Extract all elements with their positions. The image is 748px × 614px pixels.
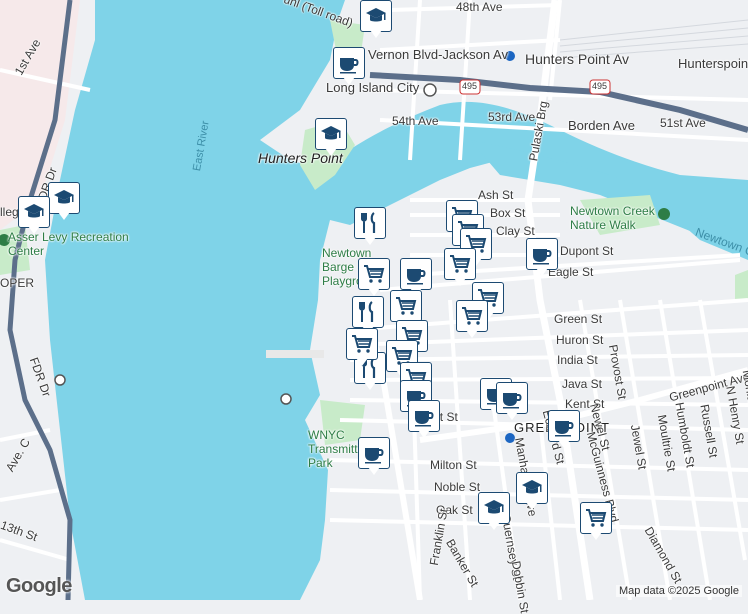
shopping-cart-icon <box>462 307 483 325</box>
street-label: Clay St <box>496 224 535 238</box>
street-label: 54th Ave <box>392 114 439 128</box>
station-label-hunters-point-av: Hunters Point Av <box>525 51 630 67</box>
shopping-cart-icon <box>586 509 607 527</box>
poi-pin-cafe[interactable] <box>358 437 392 477</box>
school-icon <box>24 204 44 218</box>
street-label: 51st Ave <box>660 116 706 130</box>
school-icon <box>321 126 341 140</box>
poi-pin-school[interactable] <box>48 182 82 222</box>
street-label: Java St <box>562 377 603 391</box>
poi-pin-school[interactable] <box>478 492 512 532</box>
shopping-cart-icon <box>352 335 373 353</box>
cafe-icon <box>340 58 359 74</box>
street-label: Ash St <box>478 188 514 202</box>
cafe-icon <box>555 421 574 437</box>
poi-pin-cafe[interactable] <box>408 400 442 440</box>
poi-pin-shopping[interactable] <box>580 502 614 542</box>
shopping-cart-icon <box>450 255 471 273</box>
poi-pin-shopping[interactable] <box>358 258 392 298</box>
poi-pin-cafe[interactable] <box>526 238 560 278</box>
poi-pin-shopping[interactable] <box>346 328 380 368</box>
station-label-hunterspoint: Hunterspoint <box>678 56 748 71</box>
street-label: Noble St <box>434 480 481 494</box>
station-label-vernon: Vernon Blvd-Jackson Av <box>368 47 508 62</box>
poi-pin-school[interactable] <box>360 0 394 40</box>
school-icon <box>522 480 542 494</box>
poi-pin-school[interactable] <box>315 118 349 158</box>
poi-pin-cafe[interactable] <box>333 47 367 87</box>
street-label: Milton St <box>430 458 477 472</box>
street-label: Borden Ave <box>568 118 635 133</box>
street-label: Huron St <box>556 333 604 347</box>
street-label: 48th Ave <box>456 0 503 14</box>
cafe-icon <box>415 411 434 427</box>
poi-pin-cafe[interactable] <box>548 410 582 450</box>
poi-pin-school[interactable] <box>18 196 52 236</box>
street-label: 53rd Ave <box>488 110 536 124</box>
google-logo: Google <box>6 575 72 597</box>
street-label: Dupont St <box>560 244 614 258</box>
road-label-495: 495 <box>592 81 608 91</box>
cafe-icon <box>533 249 552 265</box>
poi-pin-shopping[interactable] <box>456 300 490 340</box>
poi-pin-cafe[interactable] <box>496 382 530 422</box>
school-icon <box>366 8 386 22</box>
restaurant-icon <box>359 301 374 322</box>
road-label-495: 495 <box>462 81 478 91</box>
poi-pin-school[interactable] <box>516 472 550 512</box>
school-icon <box>54 190 74 204</box>
poi-pin-restaurant[interactable] <box>354 207 388 247</box>
school-icon <box>484 500 504 514</box>
restaurant-icon <box>361 212 376 233</box>
place-label-newtown-creek: Newtown Creek Nature Walk <box>570 204 655 232</box>
shopping-cart-icon <box>364 265 385 283</box>
street-label: India St <box>557 353 598 367</box>
cafe-icon <box>407 269 426 285</box>
cafe-icon <box>503 393 522 409</box>
map-attribution[interactable]: Map data ©2025 Google <box>615 585 742 597</box>
street-label: Green St <box>554 312 603 326</box>
shopping-cart-icon <box>396 297 417 315</box>
place-label-cooper: OPER <box>0 276 35 290</box>
cafe-icon <box>365 448 384 464</box>
street-label: Box St <box>490 206 526 220</box>
